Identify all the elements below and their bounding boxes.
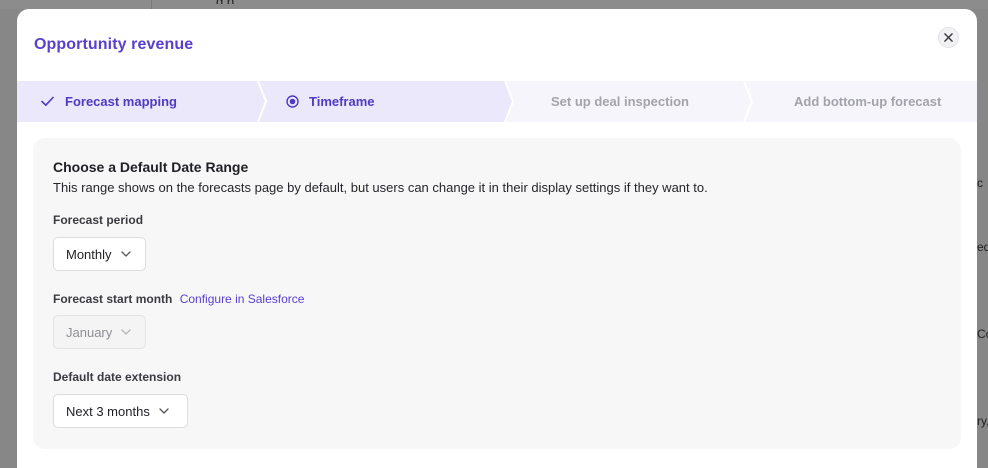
forecast-start-month-value: January: [66, 324, 113, 340]
background-text-fragment: Co: [977, 327, 988, 341]
step-label: Add bottom-up forecast: [794, 94, 942, 109]
step-label: Forecast mapping: [65, 94, 177, 109]
close-icon: [944, 33, 953, 42]
background-header-text: g p: [216, 0, 336, 4]
close-button[interactable]: [938, 27, 959, 48]
step-separator: [743, 81, 754, 122]
radio-dot-icon: [286, 95, 299, 108]
step-label: Set up deal inspection: [551, 94, 689, 109]
configure-in-salesforce-link[interactable]: Configure in Salesforce: [180, 292, 305, 306]
step-add-bottom-up-forecast[interactable]: Add bottom-up forecast: [794, 81, 941, 122]
background-text-fragment: ry,: [977, 414, 988, 428]
modal-title: Opportunity revenue: [34, 36, 194, 53]
chevron-down-icon: [159, 408, 169, 414]
section-title: Choose a Default Date Range: [53, 159, 249, 175]
default-date-extension-value: Next 3 months: [66, 403, 150, 419]
step-separator: [257, 81, 271, 122]
chevron-down-icon: [120, 251, 131, 257]
step-set-up-deal-inspection[interactable]: Set up deal inspection: [551, 81, 689, 122]
background-text-fragment: c: [977, 176, 983, 190]
step-separator: [499, 81, 513, 122]
forecast-period-label: Forecast period: [53, 213, 144, 227]
background-topbar: g p: [0, 0, 988, 9]
date-range-card: Choose a Default Date Range This range s…: [33, 138, 961, 449]
background-text-fragment: ed: [977, 240, 988, 254]
background-divider: [151, 0, 152, 9]
forecast-start-month-text: Forecast start month: [53, 292, 173, 306]
default-date-extension-label: Default date extension: [53, 370, 182, 384]
chevron-down-icon: [121, 329, 131, 335]
step-label: Timeframe: [309, 94, 375, 109]
forecast-period-select[interactable]: Monthly: [53, 237, 146, 271]
step-forecast-mapping[interactable]: Forecast mapping: [17, 81, 265, 122]
forecast-start-month-select: January: [53, 315, 146, 349]
section-description: This range shows on the forecasts page b…: [53, 180, 708, 195]
opportunity-revenue-modal: Opportunity revenue Forecast mapping Tim…: [17, 9, 977, 468]
check-icon: [41, 96, 54, 107]
forecast-start-month-label: Forecast start month Configure in Salesf…: [53, 292, 304, 306]
default-date-extension-select[interactable]: Next 3 months: [53, 394, 188, 428]
wizard-stepper: Forecast mapping Timeframe Set up deal i…: [17, 81, 977, 122]
step-timeframe[interactable]: Timeframe: [265, 81, 505, 122]
forecast-period-value: Monthly: [66, 246, 112, 262]
